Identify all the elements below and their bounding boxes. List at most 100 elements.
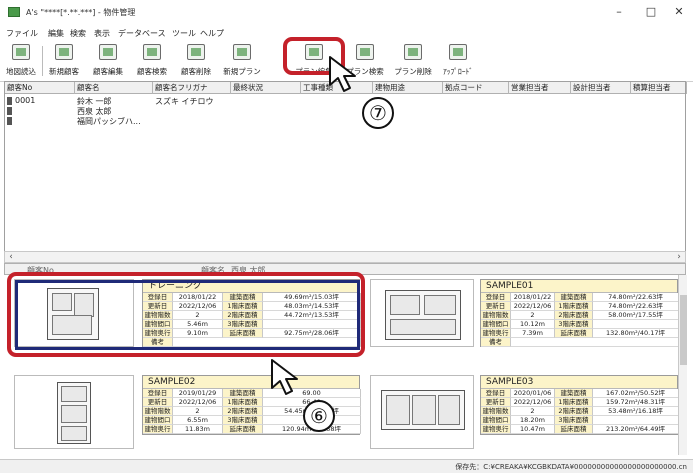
info-label: 備考 [481,338,511,347]
info-value: 11.83m [173,425,223,434]
menu-tools[interactable]: ツール [172,28,196,39]
col-base-code[interactable]: 拠点コード [443,82,509,94]
save-path-text: 保存先：C:¥CREAKA¥KCGBKDATA¥0000000000000000… [455,463,687,471]
menu-bar: ファイル 編集 検索 表示 データベース ツール ヘルプ [0,26,693,40]
info-label: 建物奥行 [481,425,511,434]
col-customer-kana[interactable]: 顧客名フリガナ [153,82,231,94]
menu-database[interactable]: データベース [118,28,166,39]
floor-plan-image [381,390,465,430]
upload-label: ｱｯﾌﾟﾛｰﾄﾞ [443,67,473,76]
floor-plan-room [61,405,87,423]
info-label: 建物間口 [481,320,511,329]
info-value: 53.48m²/16.18坪 [593,407,679,416]
plan-thumbnail[interactable] [370,375,474,449]
info-row: 建物階数 2 2階床面積 53.48m²/16.18坪 [481,407,679,416]
floor-plan-image [57,382,91,444]
delete-customer-button[interactable]: 顧客削除 [176,42,216,78]
maximize-button[interactable]: □ [636,2,666,22]
info-label: 建築面積 [555,389,593,398]
info-label: 3階床面積 [555,416,593,425]
info-label: 1階床面積 [223,398,263,407]
info-label: 更新日 [481,302,511,311]
pointer-cursor-icon [329,56,356,92]
delete-plan-label: プラン削除 [394,67,432,76]
info-value: 132.80m²/40.17坪 [593,329,679,338]
vertical-scroll-thumb[interactable] [680,295,687,365]
close-button[interactable]: ✕ [664,2,693,22]
info-value: 2018/01/22 [511,293,555,302]
plan-name[interactable]: SAMPLE02 [143,376,359,389]
row-customer-no[interactable]: 0001 [15,96,35,105]
col-customer-no[interactable]: 顧客No [5,82,75,94]
map-load-icon [12,44,30,60]
search-customer-button[interactable]: 顧客検索 [132,42,172,78]
upload-button[interactable]: ｱｯﾌﾟﾛｰﾄﾞ [438,42,478,78]
row-customer-kana[interactable]: スズキ イチロウ [155,96,214,107]
edit-customer-label: 顧客編集 [93,67,123,76]
plan-name[interactable]: SAMPLE01 [481,280,677,293]
map-load-button[interactable]: 地図読込 [2,42,40,78]
step-callout-6: ⑥ [303,400,335,432]
info-label: 1階床面積 [555,302,593,311]
upload-icon [449,44,467,60]
floor-plan-room [438,395,460,425]
plan-card[interactable]: SAMPLE03 登録日 2020/01/06 建築面積 167.02m²/50… [370,375,680,451]
minimize-button[interactable]: – [604,2,634,22]
info-label: 2階床面積 [555,407,593,416]
info-row: 建物奥行 7.39m 延床面積 132.80m²/40.17坪 [481,329,679,338]
info-value: 74.80m²/22.63坪 [593,302,679,311]
col-sales-rep[interactable]: 営業担当者 [509,82,571,94]
col-customer-name[interactable]: 顧客名 [75,82,153,94]
info-value: 2 [173,407,223,416]
plan-info-table: SAMPLE01 登録日 2018/01/22 建築面積 74.80m²/22.… [480,279,679,347]
info-label: 更新日 [143,398,173,407]
floor-plan-room [424,295,456,315]
col-building-use[interactable]: 建物用途 [373,82,443,94]
menu-file[interactable]: ファイル [6,28,38,39]
plan-card[interactable]: SAMPLE01 登録日 2018/01/22 建築面積 74.80m²/22.… [370,279,680,351]
new-plan-label: 新規プラン [223,67,261,76]
horizontal-scrollbar[interactable]: ‹ › [4,251,686,263]
info-label: 登録日 [481,293,511,302]
delete-customer-icon [187,44,205,60]
info-value: 167.02m²/50.52坪 [593,389,679,398]
col-last-status[interactable]: 最終状況 [231,82,301,94]
new-customer-icon [55,44,73,60]
menu-help[interactable]: ヘルプ [200,28,224,39]
info-label: 登録日 [481,389,511,398]
info-value: 2022/12/06 [511,302,555,311]
info-value: 7.39m [511,329,555,338]
vertical-scrollbar[interactable] [678,275,687,455]
new-plan-icon [233,44,251,60]
new-customer-button[interactable]: 新規顧客 [44,42,84,78]
scroll-right-icon[interactable]: › [673,252,685,262]
menu-view[interactable]: 表示 [94,28,110,39]
info-value: 74.80m²/22.63坪 [593,293,679,302]
info-label: 延床面積 [223,425,263,434]
delete-plan-button[interactable]: プラン削除 [390,42,436,78]
col-estimator[interactable]: 積算担当者 [631,82,687,94]
info-label: 建物間口 [481,416,511,425]
scroll-left-icon[interactable]: ‹ [5,252,17,262]
new-plan-button[interactable]: 新規プラン [220,42,264,78]
plan-name[interactable]: SAMPLE03 [481,376,677,389]
delete-plan-icon [404,44,422,60]
info-value: 18.20m [511,416,555,425]
search-customer-label: 顧客検索 [137,67,167,76]
row-extra-company[interactable]: 福岡パッシブハ... [77,116,141,127]
info-label: 建物奥行 [143,425,173,434]
app-icon [8,7,20,17]
info-row: 建物奥行 10.47m 延床面積 213.20m²/64.49坪 [481,425,679,434]
edit-customer-button[interactable]: 顧客編集 [88,42,128,78]
floor-plan-room [390,319,456,335]
plan-thumbnail[interactable] [370,279,474,347]
menu-edit[interactable]: 編集 [48,28,64,39]
info-row: 建物階数 2 2階床面積 58.00m²/17.55坪 [481,311,679,320]
plan-thumbnail[interactable] [14,375,134,449]
menu-search[interactable]: 検索 [70,28,86,39]
floor-plan-room [386,395,410,425]
selected-card-highlight [7,272,365,357]
col-designer[interactable]: 設計担当者 [571,82,631,94]
info-value: 10.12m [511,320,555,329]
status-bar: 保存先：C:¥CREAKA¥KCGBKDATA¥0000000000000000… [0,459,693,473]
